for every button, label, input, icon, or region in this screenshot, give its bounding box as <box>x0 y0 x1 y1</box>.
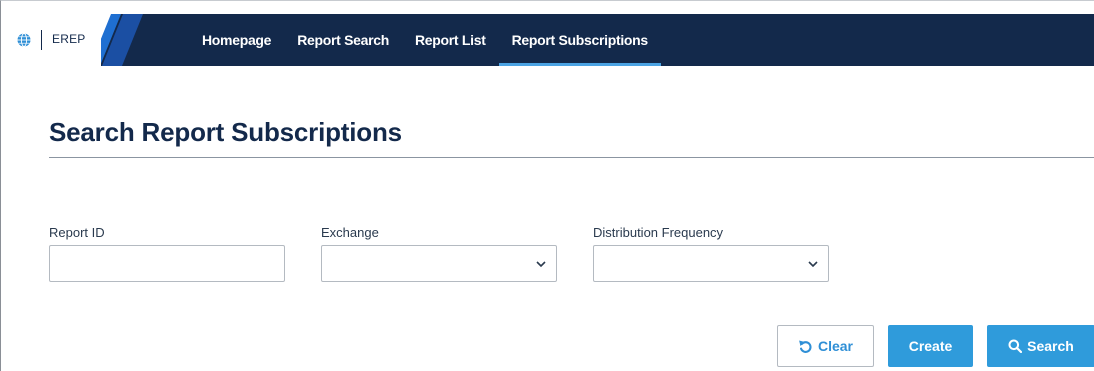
globe-icon <box>17 33 31 47</box>
app-window: EREP Homepage Report Search Report List … <box>0 0 1094 371</box>
nav-item-report-search[interactable]: Report Search <box>284 14 402 66</box>
brand-logo[interactable]: EREP <box>1 14 151 66</box>
page-title: Search Report Subscriptions <box>49 117 402 147</box>
nav-item-report-subscriptions[interactable]: Report Subscriptions <box>498 14 662 66</box>
distribution-frequency-label: Distribution Frequency <box>593 225 724 240</box>
clear-button[interactable]: Clear <box>777 325 874 367</box>
clear-button-label: Clear <box>817 338 854 354</box>
create-button[interactable]: Create <box>888 325 973 367</box>
create-button-label: Create <box>908 338 953 354</box>
search-button-label: Search <box>1027 338 1074 354</box>
nav-links: Homepage Report Search Report List Repor… <box>189 14 662 66</box>
search-button[interactable]: Search <box>987 325 1094 367</box>
nav-item-homepage[interactable]: Homepage <box>189 14 284 66</box>
exchange-label: Exchange <box>321 225 379 240</box>
title-divider <box>49 157 1094 158</box>
report-id-input[interactable] <box>50 246 284 281</box>
brand-name: EREP <box>52 32 86 46</box>
search-icon <box>1008 339 1023 353</box>
report-id-field <box>49 245 285 282</box>
undo-icon <box>799 340 812 353</box>
chevron-down-icon <box>536 261 546 268</box>
brand-separator <box>41 30 42 50</box>
chevron-down-icon <box>808 261 818 268</box>
exchange-select[interactable] <box>321 245 557 282</box>
report-id-label: Report ID <box>49 225 105 240</box>
top-navigation-bar: EREP Homepage Report Search Report List … <box>1 14 1094 66</box>
nav-item-report-list[interactable]: Report List <box>402 14 499 66</box>
distribution-frequency-select[interactable] <box>593 245 829 282</box>
